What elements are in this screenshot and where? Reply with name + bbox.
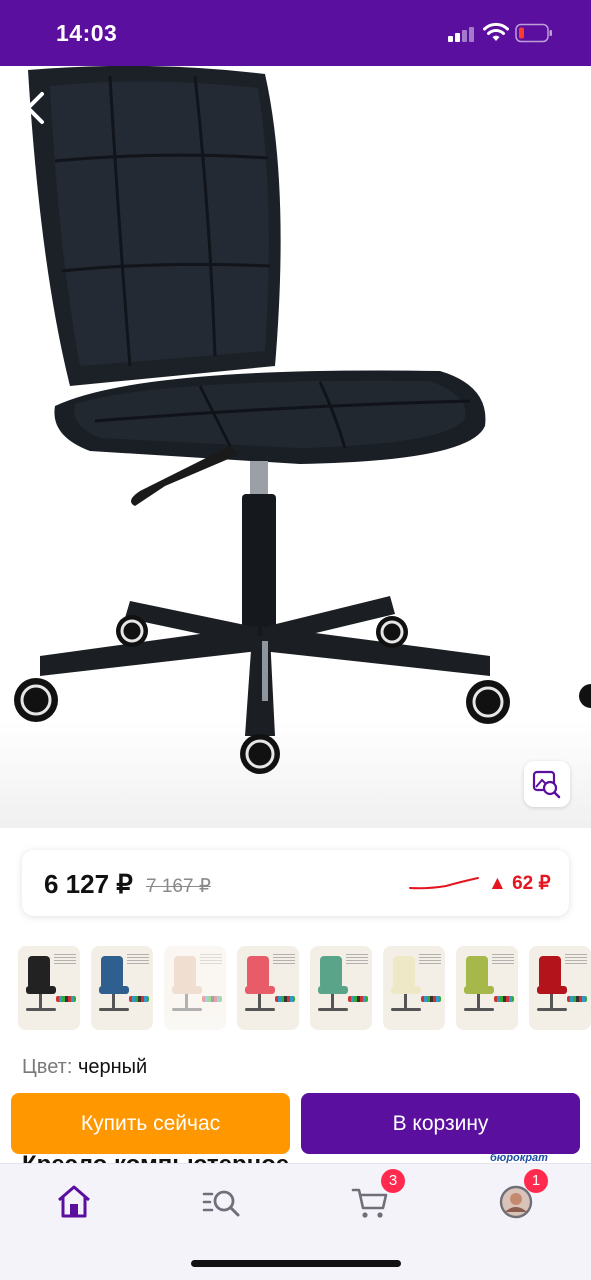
image-search-icon xyxy=(532,770,561,799)
price-change-value: 62 ₽ xyxy=(512,873,551,894)
battery-low-icon xyxy=(515,23,552,43)
home-indicator xyxy=(191,1260,401,1267)
color-variant-thumb[interactable] xyxy=(91,946,153,1030)
home-icon xyxy=(58,1185,90,1218)
selected-color: Цвет: черный xyxy=(22,1056,147,1079)
tab-cart[interactable]: 3 xyxy=(349,1169,405,1222)
current-price: 6 127 ₽ xyxy=(44,869,133,899)
profile-badge: 1 xyxy=(524,1169,548,1193)
buy-now-button[interactable]: Купить сейчас xyxy=(11,1093,290,1154)
color-variant-thumb[interactable] xyxy=(237,946,299,1030)
color-value: черный xyxy=(77,1056,148,1078)
product-gallery[interactable] xyxy=(0,66,591,828)
cellular-signal-icon xyxy=(448,26,476,42)
color-variant-list xyxy=(18,946,591,1032)
color-variant-thumb[interactable] xyxy=(529,946,591,1030)
add-to-cart-button[interactable]: В корзину xyxy=(301,1093,580,1154)
tab-home[interactable] xyxy=(52,1182,96,1222)
price-card[interactable]: 6 127 ₽ 7 167 ₽ ▲ 62 ₽ xyxy=(22,850,569,916)
favorite-heart-icon[interactable] xyxy=(468,88,506,126)
price-change: ▲ 62 ₽ xyxy=(488,872,551,895)
visual-search-button[interactable] xyxy=(524,761,570,807)
color-label: Цвет: xyxy=(22,1056,73,1078)
product-photo-office-chair xyxy=(14,66,591,774)
color-variant-thumb[interactable] xyxy=(383,946,445,1030)
cart-badge: 3 xyxy=(381,1169,405,1193)
old-price: 7 167 ₽ xyxy=(146,876,211,897)
color-variant-thumb[interactable] xyxy=(164,946,226,1030)
wifi-icon xyxy=(483,22,509,41)
price-history-sparkline[interactable] xyxy=(408,870,482,896)
arrow-up-icon: ▲ xyxy=(488,873,507,894)
status-bar: 14:03 xyxy=(0,0,591,66)
tab-catalog[interactable] xyxy=(200,1182,244,1222)
color-variant-thumb[interactable] xyxy=(18,946,80,1030)
product-screen: 14:03 6 127 ₽ 7 167 ₽ ▲ 62 ₽ Цвет: черны… xyxy=(0,0,591,1280)
tab-profile[interactable]: 1 xyxy=(496,1169,548,1222)
color-variant-thumb[interactable] xyxy=(456,946,518,1030)
back-chevron-icon[interactable] xyxy=(18,88,52,128)
color-variant-thumb[interactable] xyxy=(310,946,372,1030)
status-time: 14:03 xyxy=(56,20,118,46)
catalog-search-icon xyxy=(202,1190,240,1217)
share-icon[interactable] xyxy=(538,86,574,126)
